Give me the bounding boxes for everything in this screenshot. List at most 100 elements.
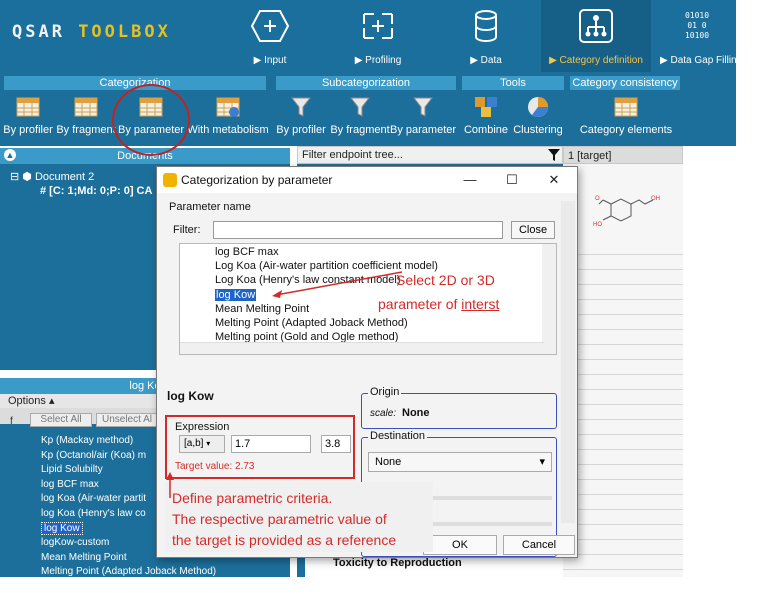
horizontal-scrollbar[interactable] xyxy=(180,342,544,354)
chevron-down-icon: ▾ xyxy=(539,456,545,468)
sub-by-fragment-button[interactable]: By fragment xyxy=(330,92,390,142)
list-item[interactable]: Melting Point (Adapted Joback Method) xyxy=(0,565,290,580)
highlight-circle xyxy=(112,84,190,156)
range-type-select[interactable]: [a,b] ▾ xyxy=(179,435,225,453)
group-category-consistency: Category consistency xyxy=(570,76,680,90)
combine-button[interactable]: Combine xyxy=(460,92,512,142)
tab-category-definition[interactable]: ▶ Category definition xyxy=(541,0,651,72)
chemical-structure-image: HO O OH xyxy=(593,196,660,228)
destination-label: Destination xyxy=(368,430,428,442)
tab-input[interactable]: ▶ Input xyxy=(242,0,298,72)
annotation-define-criteria-line2: The respective parametric value of xyxy=(172,511,387,527)
grid-row-line xyxy=(563,509,683,510)
by-profiler-button[interactable]: By profiler xyxy=(2,92,54,142)
cube-icon: ⬢ xyxy=(22,171,32,183)
by-fragment-button[interactable]: By fragment xyxy=(56,92,116,142)
grid-row-line xyxy=(563,569,683,570)
svg-text:HO: HO xyxy=(593,222,602,228)
origin-group: Origin scale: None xyxy=(361,386,557,429)
binary-icon: 0101001 010100 xyxy=(685,11,709,40)
selected-parameter-title: log Kow xyxy=(167,389,214,403)
app-logo: QSAR TOOLBOX xyxy=(12,22,171,42)
select-all-button[interactable]: Select All xyxy=(30,413,92,427)
expand-toggle-icon[interactable]: ⊟ xyxy=(10,171,19,183)
min-value-input[interactable]: 1.7 xyxy=(231,435,311,453)
svg-text:10100: 10100 xyxy=(685,31,709,40)
combine-icon xyxy=(475,97,497,117)
group-tools: Tools xyxy=(462,76,564,90)
tab-data-gap-filling[interactable]: 01010 01 0 10100 ▶ Data Gap Fillin xyxy=(658,0,736,72)
data-grid: HO O OH xyxy=(563,164,683,577)
expression-label: Expression xyxy=(175,421,230,433)
list-item[interactable]: Melting point (Gold and Ogle method) xyxy=(0,580,290,595)
grid-row-line xyxy=(563,464,683,465)
minimize-button[interactable]: — xyxy=(455,167,485,193)
grid-row-line xyxy=(563,299,683,300)
svg-text:01 0: 01 0 xyxy=(687,21,706,30)
annotation-select-parameter-line1: Select 2D or 3D xyxy=(396,272,495,288)
group-subcategorization: Subcategorization xyxy=(276,76,456,90)
grid-row-line xyxy=(563,449,683,450)
grid-row-line xyxy=(563,374,683,375)
f-label: f xyxy=(10,416,13,427)
grid-row-line xyxy=(563,269,683,270)
filter-icon[interactable] xyxy=(547,148,561,162)
hierarchy-icon xyxy=(579,9,613,43)
tab-profiling[interactable]: ▶ Profiling xyxy=(348,0,408,72)
grid-row-line xyxy=(563,329,683,330)
grid-row-line xyxy=(563,314,683,315)
parameter-list-item[interactable]: log Kow xyxy=(215,288,257,301)
unselect-all-button[interactable]: Unselect Al xyxy=(96,413,158,427)
with-metabolism-button[interactable]: With metabolism xyxy=(186,92,270,142)
table-icon xyxy=(74,97,98,117)
filter-label: Filter: xyxy=(173,224,201,236)
grid-row-line xyxy=(563,434,683,435)
close-window-button[interactable]: ✕ xyxy=(539,167,569,193)
chevron-down-icon: ▾ xyxy=(206,439,211,448)
category-elements-button[interactable]: Category elements xyxy=(572,92,680,142)
table-icon xyxy=(16,97,40,117)
funnel-icon xyxy=(412,97,434,117)
maximize-button[interactable]: ☐ xyxy=(497,167,527,193)
grid-row-line xyxy=(563,479,683,480)
database-icon xyxy=(475,10,497,43)
list-scrollbar[interactable] xyxy=(542,244,556,354)
tab-data[interactable]: ▶ Data xyxy=(460,0,512,72)
grid-row-line xyxy=(563,404,683,405)
dialog-scrollbar[interactable] xyxy=(561,201,575,523)
parameter-list-item[interactable]: Melting Point (Adapted Joback Method) xyxy=(215,317,408,329)
annotation-define-criteria-line1: Define parametric criteria. xyxy=(172,490,333,506)
annotation-define-criteria-line3: the target is provided as a reference xyxy=(172,532,397,548)
grid-row-line xyxy=(563,539,683,540)
grid-row-line xyxy=(563,494,683,495)
expression-section: Expression [a,b] ▾ 1.7 3.8 Target value:… xyxy=(165,415,355,479)
filter-endpoint-tree-input[interactable]: Filter endpoint tree... xyxy=(297,146,563,164)
ok-button[interactable]: OK xyxy=(423,535,497,555)
table-metabolism-icon xyxy=(216,97,240,117)
filter-close-button[interactable]: Close xyxy=(511,221,555,239)
sub-by-profiler-button[interactable]: By profiler xyxy=(274,92,328,142)
scale-label: scale: xyxy=(370,408,397,419)
app-icon xyxy=(163,173,177,187)
svg-text:01010: 01010 xyxy=(685,11,709,20)
grid-row-line xyxy=(563,344,683,345)
grid-row-line xyxy=(563,359,683,360)
target-value-text: Target value: 2.73 xyxy=(175,461,255,472)
max-value-input[interactable]: 3.8 xyxy=(321,435,351,453)
sub-by-parameter-button[interactable]: By parameter xyxy=(390,92,456,142)
table-icon xyxy=(614,97,638,117)
collapse-icon[interactable]: ▲ xyxy=(4,149,16,161)
target-column-header: 1 [target] xyxy=(563,146,683,164)
clustering-button[interactable]: Clustering xyxy=(512,92,564,142)
cancel-button[interactable]: Cancel xyxy=(503,535,575,555)
destination-select[interactable]: None ▾ xyxy=(368,452,552,472)
parameter-list-item[interactable]: Mean Melting Point xyxy=(215,303,309,315)
annotation-select-parameter-line2: parameter of interst xyxy=(378,296,500,312)
grid-row-line xyxy=(563,284,683,285)
funnel-icon xyxy=(290,97,312,117)
parameter-list-item[interactable]: log BCF max xyxy=(215,246,279,258)
dialog-titlebar: Categorization by parameter — ☐ ✕ xyxy=(157,167,577,193)
svg-text:O: O xyxy=(595,196,600,202)
origin-label: Origin xyxy=(368,386,402,398)
parameter-filter-input[interactable] xyxy=(213,221,503,239)
